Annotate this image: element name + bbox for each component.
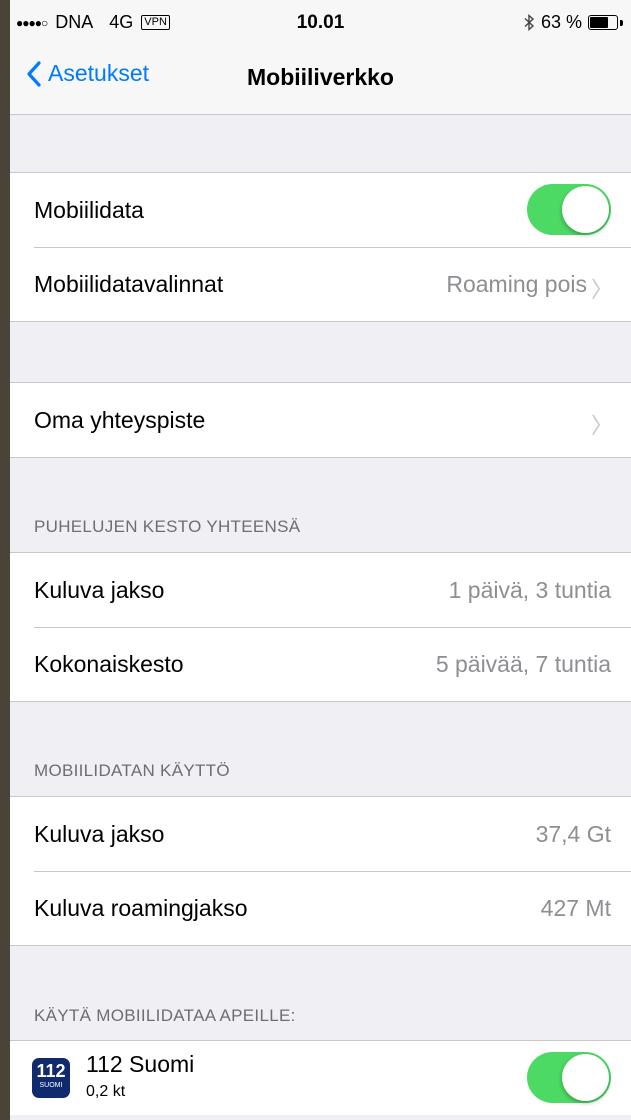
data-current-period-value: 37,4 Gt xyxy=(535,821,611,847)
bluetooth-icon xyxy=(524,14,535,31)
app-data-header: KÄYTÄ MOBIILIDATAA APEILLE: xyxy=(34,1006,296,1025)
call-duration-group: Kuluva jakso 1 päivä, 3 tuntia Kokonaisk… xyxy=(10,552,631,702)
mobile-data-row: Mobiilidata xyxy=(10,173,631,247)
app-icon-subtext: SUOMI xyxy=(39,1082,63,1089)
app-row: 112 SUOMI 112 Suomi 0,2 kt xyxy=(10,1041,631,1115)
call-duration-header: PUHELUJEN KESTO YHTEENSÄ xyxy=(34,517,301,536)
data-current-period-label: Kuluva jakso xyxy=(34,821,165,847)
mobile-data-group: Mobiilidata Mobiilidatavalinnat Roaming … xyxy=(10,172,631,322)
chevron-right-icon: 〉 xyxy=(590,277,613,302)
settings-screen: ●●●●○ DNA 4G VPN 10.01 63 % Asetukset Mo… xyxy=(10,0,631,1120)
navigation-bar: Asetukset Mobiiliverkko xyxy=(10,40,631,115)
status-right: 63 % xyxy=(524,12,623,33)
app-data-group: 112 SUOMI 112 Suomi 0,2 kt xyxy=(10,1040,631,1115)
personal-hotspot-label: Oma yhteyspiste xyxy=(34,407,206,433)
data-usage-header: MOBIILIDATAN KÄYTTÖ xyxy=(34,761,230,780)
call-total-value: 5 päivää, 7 tuntia xyxy=(435,651,611,677)
data-roaming-period-value: 427 Mt xyxy=(540,895,611,921)
toggle-knob xyxy=(562,1054,609,1101)
app-name: 112 Suomi xyxy=(86,1051,195,1077)
mobile-data-options-value: Roaming pois xyxy=(446,271,587,297)
hotspot-group: Oma yhteyspiste 〉 xyxy=(10,382,631,458)
data-roaming-period-label: Kuluva roamingjakso xyxy=(34,895,248,921)
app-icon-number: 112 xyxy=(36,1061,66,1081)
mobile-data-toggle[interactable] xyxy=(527,184,611,235)
page-title: Mobiiliverkko xyxy=(247,64,394,90)
data-current-period-row: Kuluva jakso 37,4 Gt xyxy=(10,797,631,871)
battery-percent: 63 % xyxy=(540,12,582,32)
app-112-suomi-icon: 112 SUOMI xyxy=(32,1058,70,1098)
battery-tip xyxy=(620,19,623,26)
toggle-knob xyxy=(562,186,609,233)
personal-hotspot-row[interactable]: Oma yhteyspiste 〉 xyxy=(10,383,631,457)
call-total-label: Kokonaiskesto xyxy=(34,651,184,677)
data-roaming-period-row: Kuluva roamingjakso 427 Mt xyxy=(10,871,631,945)
mobile-data-options-row[interactable]: Mobiilidatavalinnat Roaming pois 〉 xyxy=(10,247,631,321)
data-usage-group: Kuluva jakso 37,4 Gt Kuluva roamingjakso… xyxy=(10,796,631,946)
status-bar: ●●●●○ DNA 4G VPN 10.01 63 % xyxy=(10,0,631,40)
call-current-period-row: Kuluva jakso 1 päivä, 3 tuntia xyxy=(10,553,631,627)
chevron-right-icon: 〉 xyxy=(590,413,613,438)
mobile-data-options-label: Mobiilidatavalinnat xyxy=(34,271,224,297)
call-total-row: Kokonaiskesto 5 päivää, 7 tuntia xyxy=(10,627,631,701)
app-data-toggle[interactable] xyxy=(527,1052,611,1103)
app-data-size: 0,2 kt xyxy=(86,1083,126,1100)
call-current-period-value: 1 päivä, 3 tuntia xyxy=(448,577,611,603)
mobile-data-label: Mobiilidata xyxy=(34,197,144,223)
call-current-period-label: Kuluva jakso xyxy=(34,577,165,603)
battery-icon xyxy=(588,15,618,30)
